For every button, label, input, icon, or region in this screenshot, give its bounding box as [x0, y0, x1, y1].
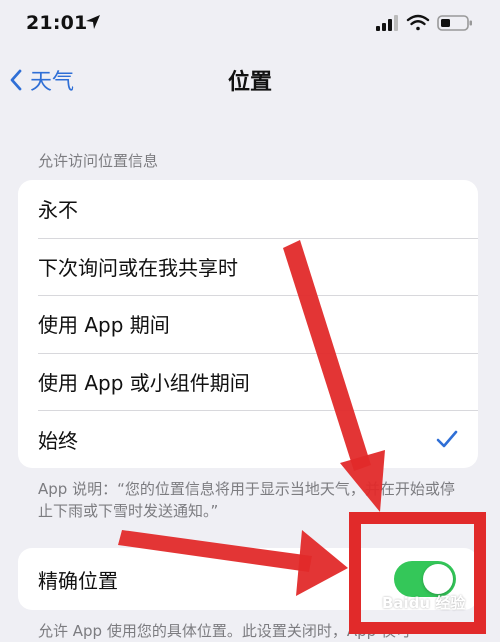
option-label: 始终	[38, 428, 78, 453]
status-icons	[376, 14, 472, 31]
app-description: App 说明：“您的位置信息将用于显示当地天气，并在开始或停止下雨或下雪时发送通…	[38, 480, 455, 520]
navigation-bar: 天气 位置	[0, 52, 500, 108]
option-never[interactable]: 永不	[18, 180, 478, 238]
toggle-knob	[423, 564, 453, 594]
status-bar: 21:01	[0, 0, 500, 48]
option-label: 下次询问或在我共享时	[38, 255, 238, 280]
option-while-using-app-or-widgets[interactable]: 使用 App 或小组件期间	[18, 352, 478, 411]
checkmark-icon	[436, 431, 458, 448]
section-header: 允许访问位置信息	[38, 152, 159, 170]
option-while-using-app[interactable]: 使用 App 期间	[18, 295, 478, 353]
cellular-signal-icon	[376, 15, 398, 31]
battery-icon	[437, 15, 472, 31]
option-ask-next-time[interactable]: 下次询问或在我共享时	[18, 237, 478, 296]
location-arrow-icon	[86, 15, 100, 29]
option-label: 使用 App 或小组件期间	[38, 371, 250, 396]
precise-location-label: 精确位置	[38, 568, 118, 593]
status-time: 21:01	[26, 12, 88, 34]
option-label: 使用 App 期间	[38, 313, 170, 338]
watermark: Baidu 经验	[382, 594, 466, 612]
wifi-icon	[406, 14, 430, 31]
location-access-options: 永不 下次询问或在我共享时 使用 App 期间 使用 App 或小组件期间 始终	[18, 180, 478, 468]
page-title: 位置	[227, 70, 272, 95]
option-label: 永不	[38, 198, 78, 223]
option-always[interactable]: 始终	[18, 410, 478, 468]
precise-location-footnote: 允许 App 使用您的具体位置。此设置关闭时，App 仅可	[38, 622, 411, 640]
